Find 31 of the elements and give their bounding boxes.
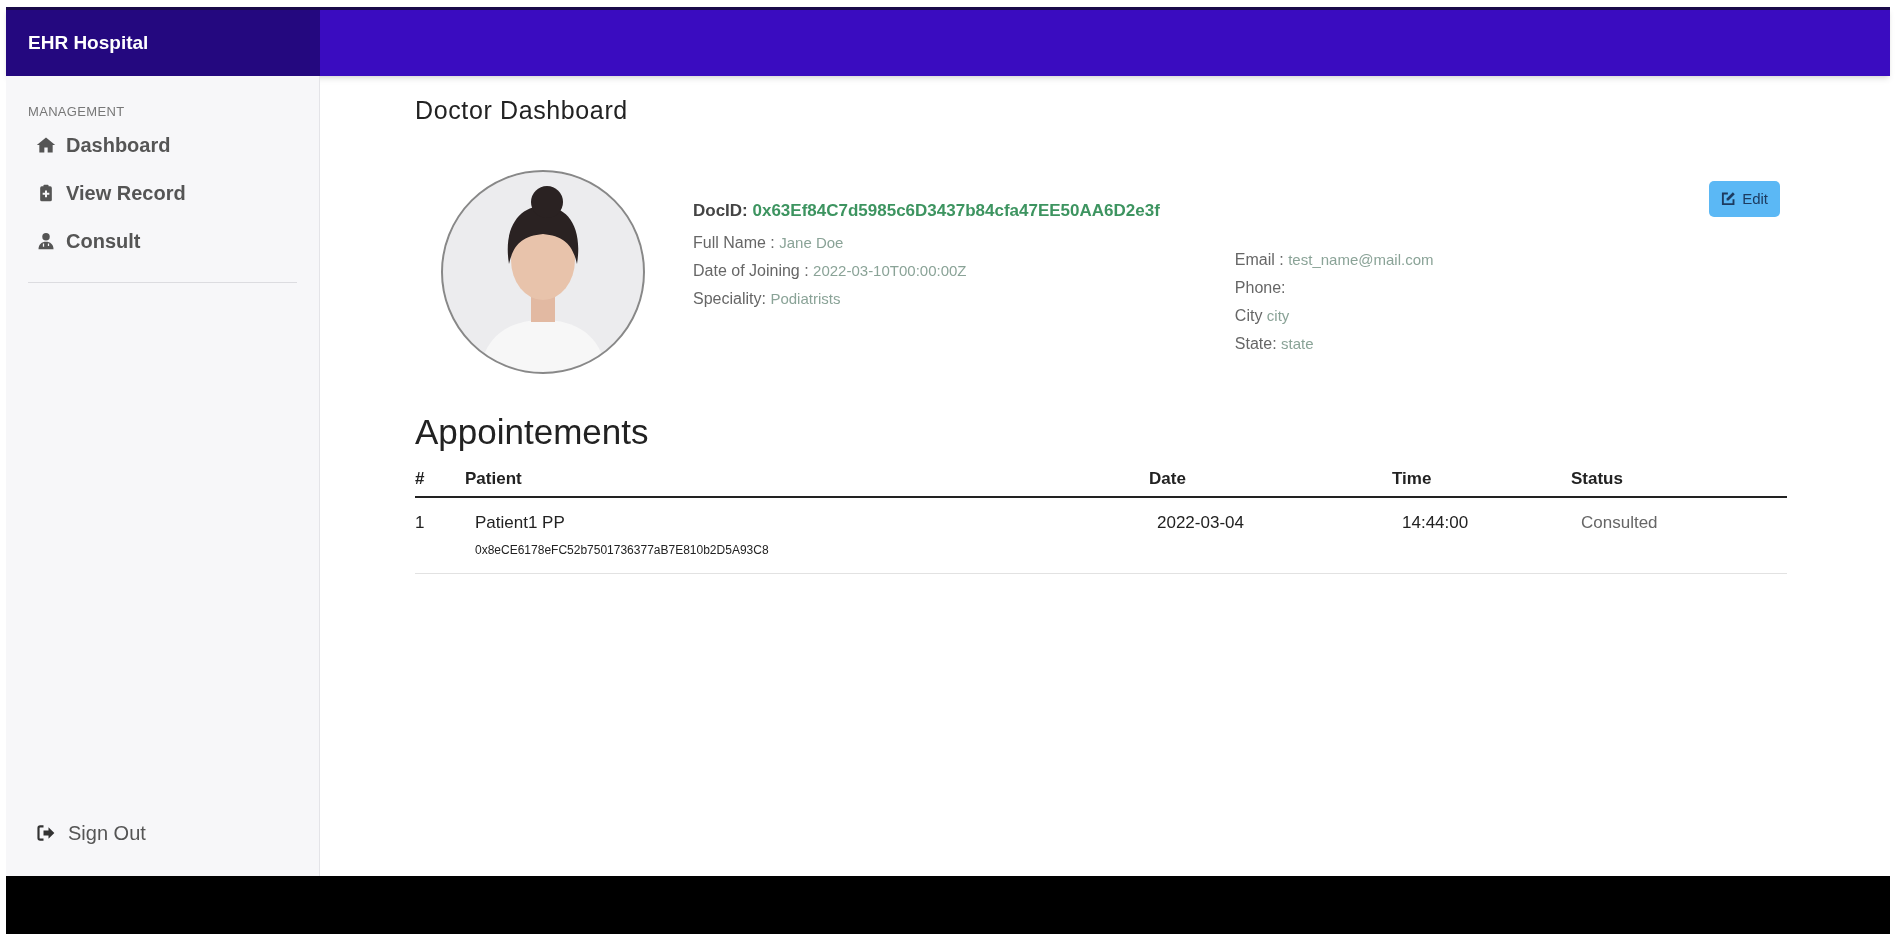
patient-name: Patient1 PP [475, 511, 565, 534]
column-header: Date [1149, 469, 1186, 488]
profile-field: State: state [1234, 331, 1434, 356]
column-header: # [415, 469, 425, 488]
edit-button[interactable]: Edit [1709, 180, 1780, 217]
patient-address: 0x8eCE6178eFC52b7501736377aB7E810b2D5A93C8 [475, 542, 769, 559]
profile-field: Phone: [1234, 275, 1434, 300]
section-heading: MANAGEMENT [27, 103, 126, 121]
sign-out-link[interactable]: Sign Out [36, 818, 319, 848]
column-header: Patient [465, 469, 522, 488]
profile-field: Email : test_name@mail.com [1234, 247, 1434, 272]
sidebar-item[interactable]: View Record [36, 175, 319, 210]
profile-field: Date of Joining : 2022-03-10T00:00:00Z [693, 259, 1160, 283]
sidebar-item[interactable]: Consult [36, 223, 319, 258]
section-title: Appointements [415, 410, 650, 453]
table-cell: 2022-03-04 [1157, 512, 1244, 532]
doc-id: DocID: 0x63Ef84C7d5985c6D3437b84cfa47EE50AA6D2e3f [693, 199, 1160, 222]
table-cell: 14:44:00 [1402, 512, 1469, 532]
edit-icon [1721, 191, 1737, 207]
doctor-icon [36, 230, 56, 251]
profile-field: Full Name : Jane Doe [693, 231, 1160, 255]
column-header: Status [1571, 469, 1623, 488]
status-text: Consulted [1581, 512, 1658, 532]
profile-field: City city [1234, 303, 1434, 328]
column-header: Time [1392, 469, 1432, 488]
page-title: Doctor Dashboard [415, 95, 629, 126]
sidebar-item[interactable]: Dashboard [36, 127, 319, 162]
sign-out-icon [36, 823, 56, 843]
brand-title[interactable]: EHR Hospital [28, 28, 149, 58]
profile-field: Speciality: Podiatrists [693, 287, 1160, 311]
table-cell: 1 [415, 512, 425, 532]
